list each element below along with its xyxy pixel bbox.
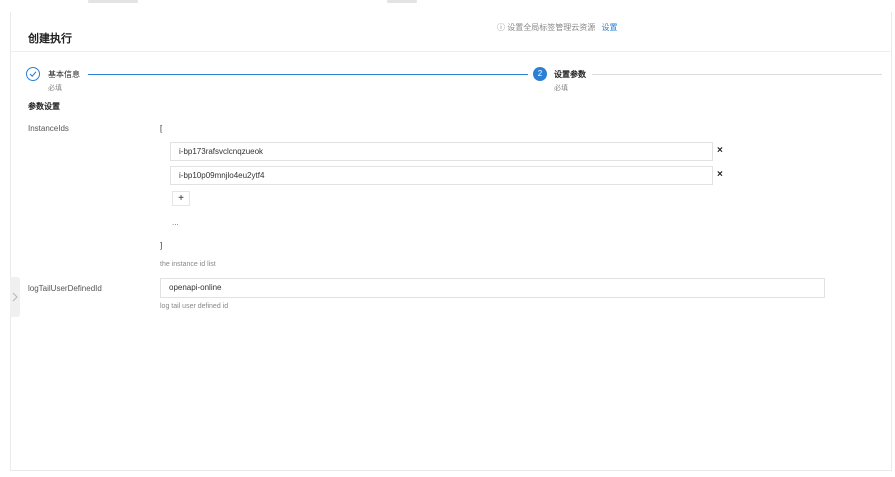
logtail-help: log tail user defined id <box>160 303 229 310</box>
page-title: 创建执行 <box>28 33 72 45</box>
tag-hint: ⓘ 设置全局标签管理云资源 设置 <box>497 22 617 33</box>
step-connector-pending <box>592 74 882 75</box>
truncated-nav-text <box>387 0 417 3</box>
step-1-title[interactable]: 基本信息 <box>48 69 80 80</box>
top-strip <box>0 0 895 8</box>
step-2-title: 设置参数 <box>554 70 586 79</box>
tag-hint-text: 设置全局标签管理云资源 <box>507 23 596 32</box>
step-2-subtitle: 必填 <box>554 85 568 92</box>
check-icon <box>26 67 40 81</box>
ellipsis: ... <box>172 218 179 227</box>
open-bracket: [ <box>160 124 163 133</box>
truncated-nav-text <box>88 0 138 3</box>
tag-settings-link[interactable]: 设置 <box>601 23 617 32</box>
info-icon: ⓘ <box>497 23 505 32</box>
step-1-subtitle: 必填 <box>48 85 62 92</box>
logtail-label: logTailUserDefinedId <box>28 284 102 293</box>
step-connector-done <box>88 74 528 75</box>
instance-id-input-1[interactable]: i-bp173rafsvclcnqzueok <box>170 142 713 161</box>
close-bracket: ] <box>160 241 163 250</box>
delete-instance-1-icon[interactable]: × <box>717 145 723 156</box>
step-2-number: 2 <box>533 67 547 81</box>
sidebar-expand-handle[interactable] <box>10 277 20 317</box>
instanceids-help: the instance id list <box>160 261 216 268</box>
section-title: 参数设置 <box>28 102 60 111</box>
logtail-input[interactable]: openapi-online <box>160 278 825 298</box>
chevron-right-icon <box>12 292 18 302</box>
add-instance-button[interactable]: + <box>172 191 190 206</box>
create-execution-panel <box>10 12 892 471</box>
instanceids-label: InstanceIds <box>28 124 69 133</box>
delete-instance-2-icon[interactable]: × <box>717 169 723 180</box>
instance-id-input-2[interactable]: i-bp10p09mnjlo4eu2ytf4 <box>170 166 713 185</box>
header-divider <box>10 51 890 52</box>
